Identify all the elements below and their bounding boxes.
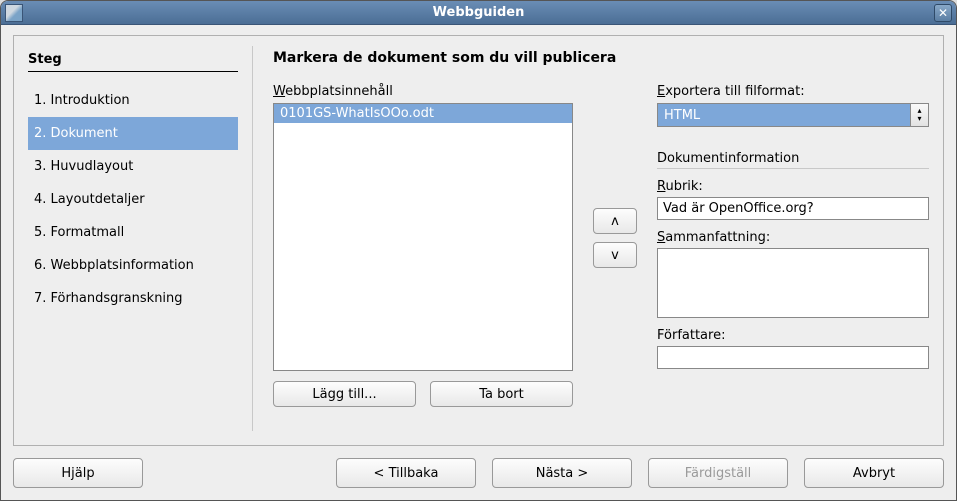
export-format-value: HTML [658, 104, 910, 126]
step-site-info[interactable]: 6. Webbplatsinformation [28, 249, 238, 282]
move-up-button[interactable]: ʌ [593, 208, 637, 234]
step-documents[interactable]: 2. Dokument [28, 117, 238, 150]
document-listbox[interactable]: 0101GS-WhatIsOOo.odt [273, 103, 573, 371]
col-reorder: ʌ v [591, 84, 639, 407]
summary-label: Sammanfattning: [657, 230, 929, 245]
export-label: Exportera till filformat: [657, 84, 929, 99]
step-introduction[interactable]: 1. Introduktion [28, 84, 238, 117]
rubrik-label: Rubrik: [657, 179, 929, 194]
export-format-select[interactable]: HTML ▴ ▾ [657, 103, 929, 127]
author-input[interactable] [657, 346, 929, 369]
app-icon [5, 4, 23, 22]
list-label: Webbplatsinnehåll [273, 84, 573, 99]
chevron-down-icon: v [611, 248, 619, 263]
steps-divider [28, 71, 238, 72]
close-button[interactable]: ✕ [934, 4, 952, 22]
page-heading: Markera de dokument som du vill publicer… [273, 50, 929, 66]
help-button[interactable]: Hjälp [13, 458, 143, 488]
window-title: Webbguiden [1, 5, 956, 20]
steps-heading: Steg [28, 52, 238, 67]
steps-sidebar: Steg 1. Introduktion 2. Dokument 3. Huvu… [28, 46, 253, 431]
window-body: Steg 1. Introduktion 2. Dokument 3. Huvu… [1, 25, 956, 500]
next-button[interactable]: Nästa > [492, 458, 632, 488]
finish-button[interactable]: Färdigställ [648, 458, 788, 488]
step-style[interactable]: 5. Formatmall [28, 216, 238, 249]
step-main-layout[interactable]: 3. Huvudlayout [28, 150, 238, 183]
remove-button[interactable]: Ta bort [430, 381, 573, 407]
col-documents: Webbplatsinnehåll 0101GS-WhatIsOOo.odt L… [273, 84, 573, 407]
docinfo-heading: Dokumentinformation [657, 151, 929, 169]
content-columns: Webbplatsinnehåll 0101GS-WhatIsOOo.odt L… [273, 84, 929, 407]
chevron-down-icon: ▾ [917, 115, 921, 123]
author-label: Författare: [657, 328, 929, 343]
move-down-button[interactable]: v [593, 242, 637, 268]
step-preview[interactable]: 7. Förhandsgranskning [28, 282, 238, 315]
cancel-button[interactable]: Avbryt [804, 458, 944, 488]
rubrik-input[interactable] [657, 197, 929, 220]
main-panel: Steg 1. Introduktion 2. Dokument 3. Huvu… [13, 35, 944, 446]
back-button[interactable]: < Tillbaka [336, 458, 476, 488]
col-details: Exportera till filformat: HTML ▴ ▾ Dokum… [657, 84, 929, 407]
wizard-window: Webbguiden ✕ Steg 1. Introduktion 2. Dok… [0, 0, 957, 501]
list-item[interactable]: 0101GS-WhatIsOOo.odt [274, 104, 572, 123]
step-layout-details[interactable]: 4. Layoutdetaljer [28, 183, 238, 216]
content-panel: Markera de dokument som du vill publicer… [253, 46, 929, 431]
add-button[interactable]: Lägg till... [273, 381, 416, 407]
footer: Hjälp < Tillbaka Nästa > Färdigställ Avb… [13, 446, 944, 488]
titlebar: Webbguiden ✕ [1, 1, 956, 25]
select-spinner[interactable]: ▴ ▾ [910, 104, 928, 126]
close-icon: ✕ [938, 7, 948, 19]
summary-textarea[interactable] [657, 248, 929, 318]
list-buttons: Lägg till... Ta bort [273, 381, 573, 407]
chevron-up-icon: ʌ [611, 214, 619, 229]
